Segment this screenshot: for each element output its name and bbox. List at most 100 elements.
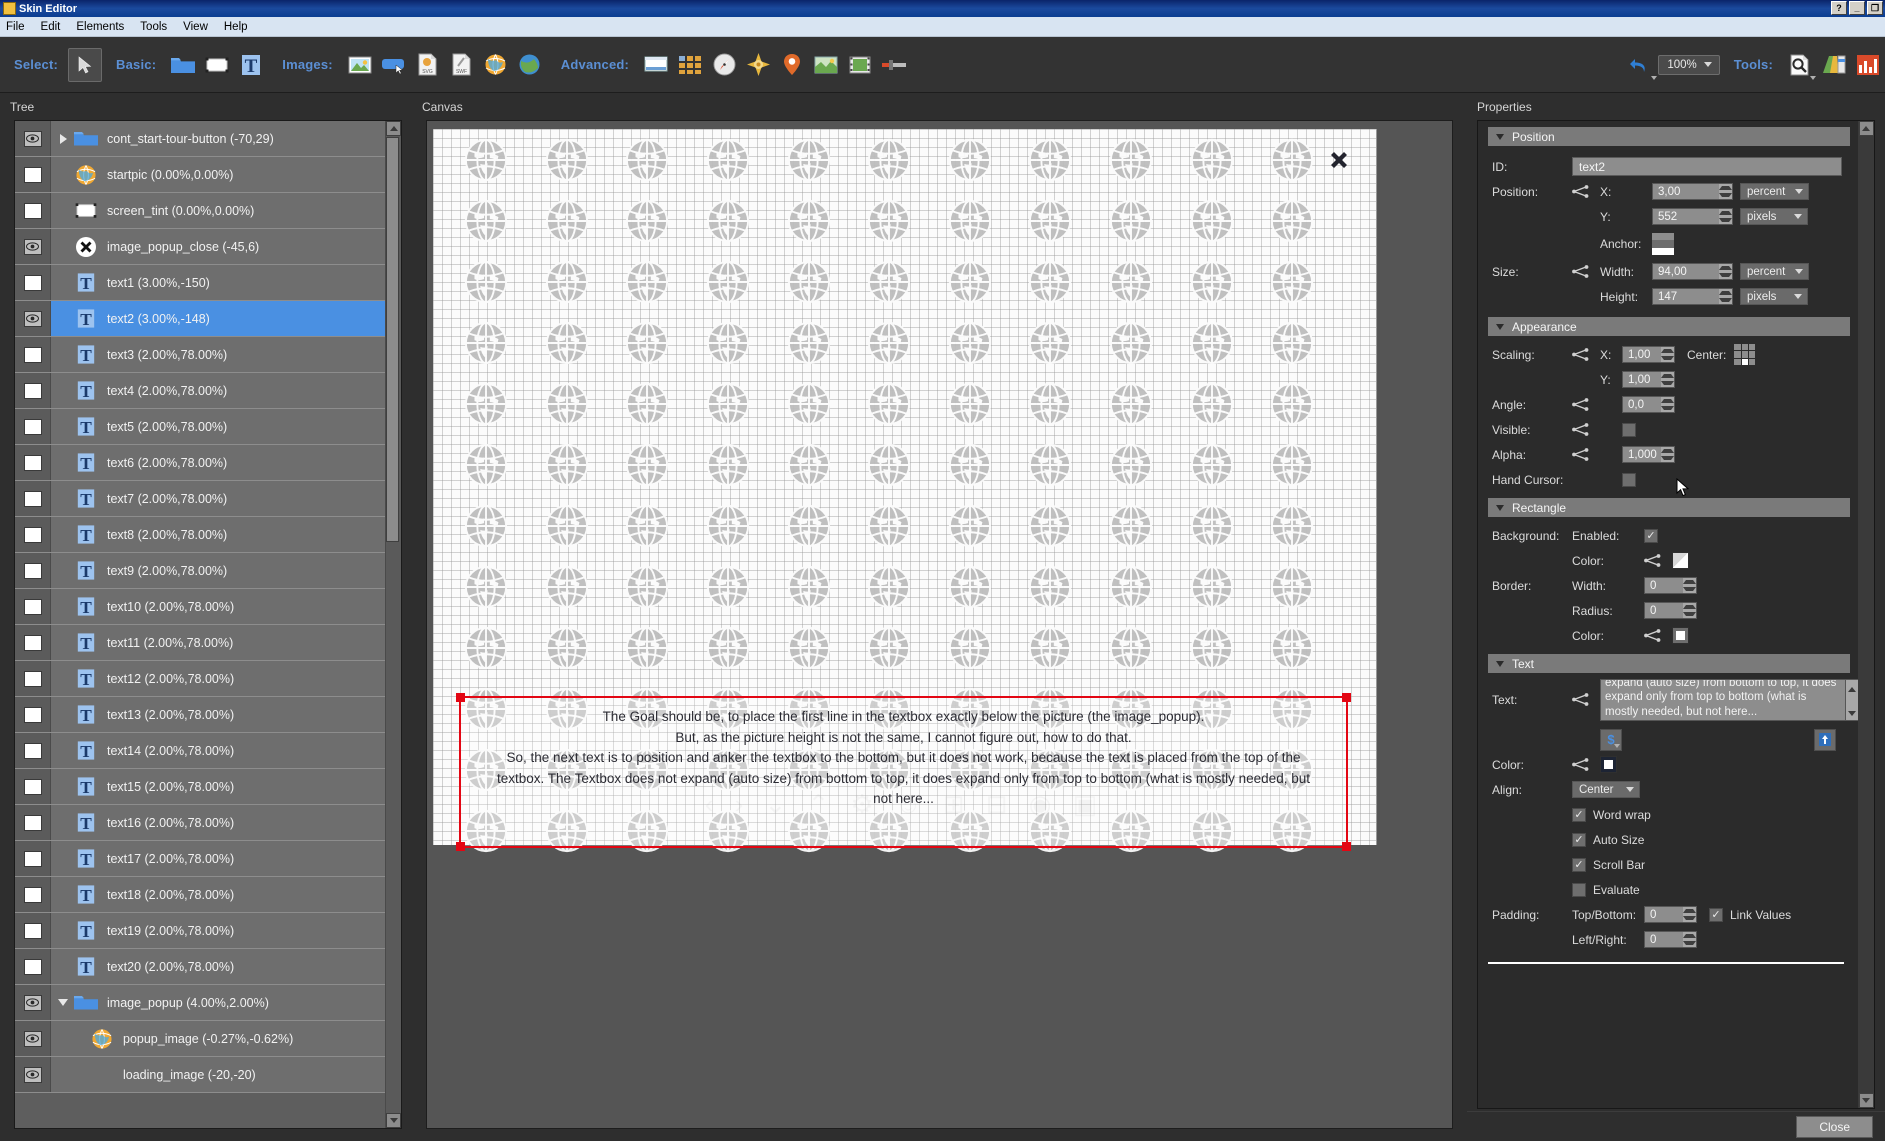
visibility-eye-icon[interactable] xyxy=(15,229,51,264)
visibility-checkbox[interactable] xyxy=(15,481,51,516)
tree-row[interactable]: Ttext17 (2.00%,78.00%) xyxy=(15,841,385,877)
chevron-down-icon[interactable] xyxy=(1614,743,1620,748)
tree-row[interactable]: cont_start-tour-button (-70,29) xyxy=(15,121,385,157)
tree-row[interactable]: Ttext5 (2.00%,78.00%) xyxy=(15,409,385,445)
link-size-icon[interactable] xyxy=(1572,265,1600,278)
tree-row[interactable]: Ttext1 (3.00%,-150) xyxy=(15,265,385,301)
scale-x-input[interactable] xyxy=(1623,347,1661,362)
x-stepper[interactable] xyxy=(1652,183,1733,200)
padding-left-right-input[interactable] xyxy=(1645,932,1683,947)
tree-list-container[interactable]: cont_start-tour-button (-70,29) startpic … xyxy=(14,120,402,1129)
menu-help[interactable]: Help xyxy=(224,21,248,33)
slider-icon[interactable] xyxy=(877,48,911,82)
radar-icon[interactable] xyxy=(741,48,775,82)
link-scaling-icon[interactable] xyxy=(1572,348,1600,361)
properties-content[interactable]: Position ID: text2 Position: X: 3,00 per… xyxy=(1478,121,1858,1108)
canvas-stage[interactable]: ‹ › ⌄ ⌃ ⚙ ☺ ⊞ ⊟ ◉ ▣ The Goal should be, … xyxy=(433,129,1377,853)
help-button[interactable]: ? xyxy=(1831,1,1847,15)
visibility-checkbox[interactable] xyxy=(15,157,51,192)
magnifier-doc-icon[interactable] xyxy=(1783,48,1817,82)
scale-y-input[interactable] xyxy=(1623,372,1661,387)
swf-file-icon[interactable]: SWF xyxy=(445,48,479,82)
visibility-checkbox[interactable] xyxy=(15,625,51,660)
angle-input[interactable] xyxy=(1623,397,1661,412)
visibility-eye-icon[interactable] xyxy=(15,301,51,336)
arrow-cursor-icon[interactable] xyxy=(68,47,103,82)
menu-tools[interactable]: Tools xyxy=(140,21,167,33)
link-visible-icon[interactable] xyxy=(1572,423,1600,436)
tree-row[interactable]: Ttext13 (2.00%,78.00%) xyxy=(15,697,385,733)
section-position[interactable]: Position xyxy=(1488,127,1850,146)
height-unit-select[interactable]: pixels xyxy=(1740,288,1808,305)
visibility-checkbox[interactable] xyxy=(15,589,51,624)
visibility-checkbox[interactable] xyxy=(15,193,51,228)
evaluate-option[interactable]: Evaluate xyxy=(1572,877,1640,902)
tree-row[interactable]: Ttext6 (2.00%,78.00%) xyxy=(15,445,385,481)
visibility-checkbox[interactable] xyxy=(15,949,51,984)
y-unit-select[interactable]: pixels xyxy=(1740,208,1808,225)
visibility-checkbox[interactable] xyxy=(15,913,51,948)
border-radius-input[interactable] xyxy=(1645,603,1683,618)
globe-green-icon[interactable] xyxy=(513,48,547,82)
undo-icon[interactable] xyxy=(1624,48,1658,82)
tree-row[interactable]: loading_image (-20,-20) xyxy=(15,1057,385,1093)
properties-scroll-container[interactable]: Position ID: text2 Position: X: 3,00 per… xyxy=(1477,120,1875,1109)
chevron-down-icon[interactable] xyxy=(55,999,71,1006)
background-color-swatch[interactable] xyxy=(1672,552,1689,569)
tree-row[interactable]: Ttext11 (2.00%,78.00%) xyxy=(15,625,385,661)
visibility-checkbox[interactable] xyxy=(15,373,51,408)
resize-handle-ne[interactable] xyxy=(1342,693,1351,702)
x-input[interactable] xyxy=(1653,184,1719,199)
close-x-icon[interactable] xyxy=(1324,145,1354,175)
grid-icon[interactable] xyxy=(673,48,707,82)
link-angle-icon[interactable] xyxy=(1572,398,1600,411)
tree-row[interactable]: Ttext20 (2.00%,78.00%) xyxy=(15,949,385,985)
menubar[interactable]: File Edit Elements Tools View Help xyxy=(0,17,1885,37)
menu-edit[interactable]: Edit xyxy=(41,21,61,33)
tree-row[interactable]: Ttext8 (2.00%,78.00%) xyxy=(15,517,385,553)
folder-icon[interactable] xyxy=(166,48,200,82)
width-unit-select[interactable]: percent xyxy=(1740,263,1810,280)
tools-dropdown-caret[interactable] xyxy=(1810,75,1816,80)
menu-file[interactable]: File xyxy=(6,21,25,33)
border-width-input[interactable] xyxy=(1645,578,1683,593)
compass-icon[interactable] xyxy=(707,48,741,82)
evaluate-checkbox[interactable] xyxy=(1572,882,1586,897)
angle-stepper[interactable] xyxy=(1622,396,1675,413)
visibility-eye-icon[interactable] xyxy=(15,985,51,1020)
section-text[interactable]: Text xyxy=(1488,654,1850,673)
auto-size-checkbox[interactable]: ✓ xyxy=(1572,832,1586,847)
visibility-checkbox[interactable] xyxy=(15,661,51,696)
link-values-checkbox[interactable]: ✓ xyxy=(1709,907,1723,922)
tree-row[interactable]: popup_image (-0.27%,-0.62%) xyxy=(15,1021,385,1057)
link-values-option[interactable]: ✓ Link Values xyxy=(1709,902,1791,927)
tree-row[interactable]: screen_tint (0.00%,0.00%) xyxy=(15,193,385,229)
filmstrip-icon[interactable] xyxy=(843,48,877,82)
scale-y-stepper[interactable] xyxy=(1622,371,1675,388)
main-toolbar[interactable]: Select: Basic: T Images: SVG SWF Advance… xyxy=(0,37,1885,93)
menu-view[interactable]: View xyxy=(183,21,208,33)
close-button[interactable]: Close xyxy=(1796,1115,1873,1138)
visibility-checkbox[interactable] xyxy=(15,877,51,912)
width-input[interactable] xyxy=(1653,264,1719,279)
link-alpha-icon[interactable] xyxy=(1572,448,1600,461)
padding-top-bottom-stepper[interactable] xyxy=(1644,906,1697,923)
scroll-track[interactable] xyxy=(1858,136,1874,1093)
visibility-checkbox[interactable] xyxy=(15,841,51,876)
dollar-variable-icon[interactable]: $ xyxy=(1600,728,1622,751)
alpha-stepper[interactable] xyxy=(1622,446,1675,463)
restore-button[interactable]: ❐ xyxy=(1867,1,1883,15)
visibility-checkbox[interactable] xyxy=(15,445,51,480)
height-input[interactable] xyxy=(1653,289,1719,304)
word-wrap-checkbox[interactable]: ✓ xyxy=(1572,807,1586,822)
text-color-swatch[interactable] xyxy=(1600,756,1617,773)
window-controls[interactable]: ? _ ❐ xyxy=(1831,1,1883,15)
y-stepper[interactable] xyxy=(1652,208,1733,225)
selected-textbox[interactable]: The Goal should be, to place the first l… xyxy=(456,693,1351,851)
scroll-track[interactable] xyxy=(386,136,401,1113)
map-icon[interactable] xyxy=(809,48,843,82)
text-icon[interactable]: T xyxy=(234,48,268,82)
word-wrap-option[interactable]: ✓ Word wrap xyxy=(1572,802,1651,827)
padding-top-bottom-input[interactable] xyxy=(1645,907,1683,922)
height-stepper[interactable] xyxy=(1652,288,1733,305)
